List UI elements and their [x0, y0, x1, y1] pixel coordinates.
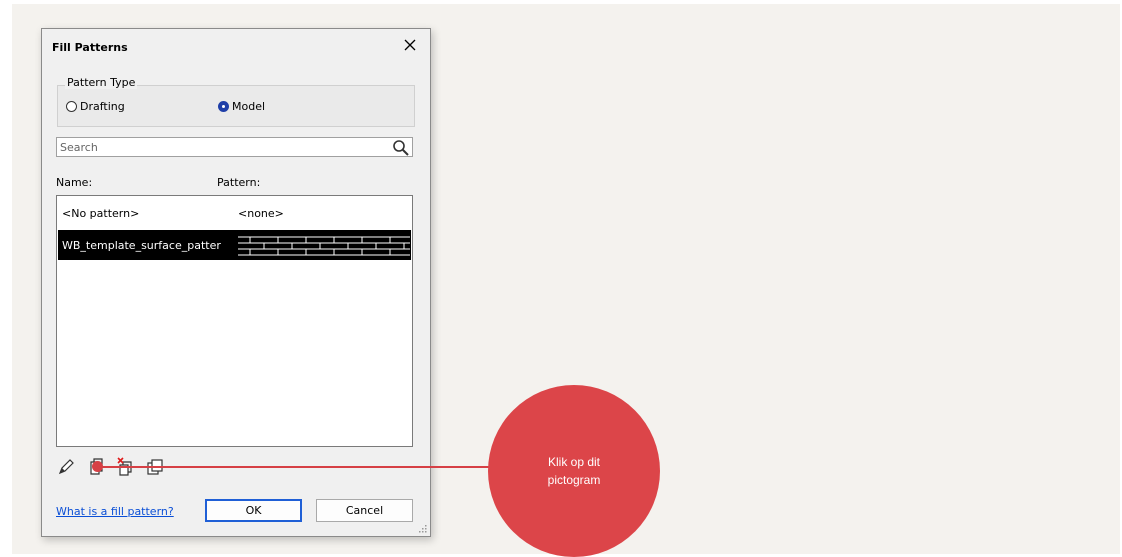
edit-icon[interactable]: [56, 457, 76, 477]
search-icon[interactable]: [392, 139, 410, 157]
search-input[interactable]: [56, 137, 413, 157]
radio-checked-icon[interactable]: [218, 101, 229, 112]
radio-icon[interactable]: [66, 101, 77, 112]
list-item-selected[interactable]: WB_template_surface_patter: [58, 230, 411, 260]
pattern-list[interactable]: <No pattern> <none> WB_template_surface_…: [56, 195, 413, 447]
resize-grip-icon[interactable]: [418, 524, 428, 534]
column-pattern-header: Pattern:: [217, 176, 261, 189]
list-item[interactable]: <No pattern> <none>: [58, 198, 411, 228]
cancel-button[interactable]: Cancel: [316, 499, 413, 522]
brick-pattern-preview: [238, 232, 410, 258]
radio-drafting[interactable]: Drafting: [66, 100, 125, 113]
pattern-type-label: Pattern Type: [65, 76, 138, 89]
callout-pointer-line: [98, 466, 496, 468]
dialog-title: Fill Patterns: [52, 41, 128, 54]
callout-bubble: Klik op dit pictogram: [488, 385, 660, 557]
radio-model-label: Model: [232, 100, 266, 113]
row-name: <No pattern>: [62, 207, 140, 220]
fill-pattern-help-link[interactable]: What is a fill pattern?: [56, 505, 174, 518]
radio-drafting-label: Drafting: [80, 100, 125, 113]
radio-model[interactable]: Model: [218, 100, 265, 113]
ok-button[interactable]: OK: [205, 499, 302, 522]
callout-text: Klik op dit pictogram: [547, 455, 601, 487]
column-name-header: Name:: [56, 176, 93, 189]
row-name: WB_template_surface_patter: [62, 239, 221, 252]
callout-pointer-dot: [92, 461, 103, 472]
close-icon[interactable]: [400, 35, 420, 55]
row-pattern: <none>: [238, 207, 284, 220]
